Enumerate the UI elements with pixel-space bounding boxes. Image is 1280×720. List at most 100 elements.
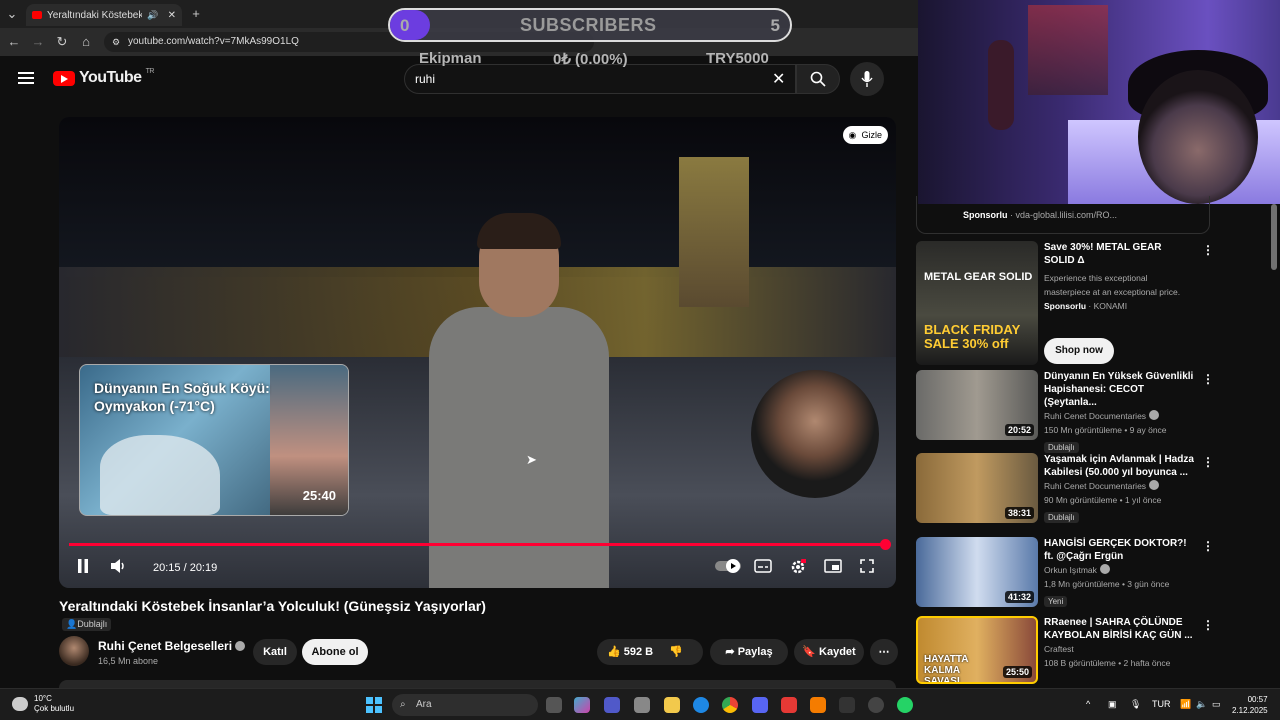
subscriber-progress-fill [390,10,430,40]
windows-start-icon[interactable] [366,697,382,713]
list-item[interactable]: 20:52 Dünyanın En Yüksek Güvenlikli Hapi… [916,370,1216,453]
dislike-button[interactable]: 👎 [669,639,683,665]
volume-tray-icon[interactable]: 🔈 [1196,699,1207,710]
youtube-logo[interactable]: YouTube TR [53,68,154,87]
video-menu-icon[interactable]: ⋮ [1202,539,1214,553]
settings-gear-icon[interactable] [790,559,807,579]
new-tab-icon[interactable]: + [188,6,204,22]
miniplayer-icon[interactable] [824,559,842,577]
bookmark-icon: 🔖 [802,646,816,658]
video-player[interactable]: Gizle Dünyanın En Soğuk Köyü: Oymyakon (… [59,117,896,588]
endscreen-video-card[interactable]: Dünyanın En Soğuk Köyü: Oymyakon (-71°C)… [79,364,349,516]
weather-widget[interactable]: 10°C Çok bulutlu [12,694,74,714]
sponsored-card-top[interactable]: Sponsorlu · vda-global.lilisi.com/RO... [916,196,1210,234]
ad-menu-icon[interactable]: ⋮ [1202,243,1214,257]
save-button[interactable]: 🔖 Kaydet [794,639,864,665]
task-view-icon[interactable] [546,697,562,713]
app-w-icon[interactable] [781,697,797,713]
weather-temp: 10°C [34,694,52,703]
share-text: Paylaş [737,646,773,658]
search-input[interactable]: ruhi [404,64,796,94]
app-terminal-icon[interactable] [839,697,855,713]
webcam-wall-poster [1028,5,1108,95]
video-item-meta: 90 Mn görüntüleme • 1 yıl önce [1044,495,1162,505]
copilot-icon[interactable] [574,697,590,713]
shop-now-button[interactable]: Shop now [1044,338,1114,364]
whatsapp-icon[interactable] [897,697,913,713]
hide-endscreen-button[interactable]: Gizle [843,126,888,144]
join-button[interactable]: Katıl [253,639,297,665]
channel-avatar[interactable] [59,636,89,666]
tray-app-icon[interactable]: ▣ [1108,699,1117,710]
taskbar-search[interactable]: ⌕ Ara [392,694,538,716]
edge-icon[interactable] [693,697,709,713]
tray-mic-icon[interactable]: 🎙 [1130,699,1141,710]
file-explorer-icon[interactable] [664,697,680,713]
player-controls: 20:15 / 20:19 [59,553,896,581]
clock[interactable]: 00:57 2.12.2025 [1232,694,1268,716]
subscribe-button[interactable]: Abone ol [302,639,368,665]
verified-icon [235,641,246,651]
video-item-title: RRaenee | SAHRA ÇÖLÜNDE KAYBOLAN BİRİSİ … [1044,617,1193,641]
fullscreen-icon[interactable] [860,559,874,577]
dub-text: Dublajlı [77,619,108,629]
scrubber-handle[interactable] [880,539,891,550]
teams-icon[interactable] [604,697,620,713]
audio-icon[interactable]: 🔊 [147,10,158,21]
battery-icon[interactable]: ▭ [1212,699,1221,710]
volume-icon[interactable] [111,559,127,577]
store-icon[interactable] [634,697,650,713]
subscriber-label: SUBSCRIBERS [520,15,657,35]
list-item[interactable]: HAYATTA KALMA SAVAŞI 25:50 RRaenee | SAH… [916,616,1216,686]
endcard-duration: 25:40 [302,488,336,503]
video-item-channel: Ruhi Cenet Documentaries [1044,409,1194,423]
app-cloud-icon[interactable] [810,697,826,713]
video-thumbnail[interactable]: 20:52 [916,370,1038,440]
browser-tab[interactable]: Yeraltındaki Köstebek İnsanlar 🔊 ✕ [26,4,182,26]
back-icon[interactable]: ← [6,34,22,50]
subtitles-icon[interactable] [754,559,772,577]
clear-search-icon[interactable]: ✕ [772,69,785,89]
progress-bar[interactable] [69,539,891,550]
video-item-channel: Ruhi Cenet Documentaries [1044,479,1194,493]
wifi-icon[interactable]: 📶 [1180,699,1191,710]
discord-icon[interactable] [752,697,768,713]
endcard-ice-wolf [100,435,220,515]
ad-thumbnail[interactable]: METAL GEAR SOLID BLACK FRIDAY SALE 30% o… [916,241,1038,365]
channel-name[interactable]: Ruhi Çenet Belgeselleri [98,639,246,653]
close-tab-icon[interactable]: ✕ [168,10,176,21]
video-thumbnail[interactable]: 41:32 [916,537,1038,607]
chrome-icon[interactable] [722,697,738,713]
sidebar-scrollbar[interactable] [1271,204,1277,270]
video-menu-icon[interactable]: ⋮ [1202,455,1214,469]
tray-chevron-icon[interactable]: ^ [1086,699,1090,709]
endscreen-channel-avatar[interactable] [751,370,879,498]
search-button[interactable] [796,64,840,94]
pause-icon[interactable] [77,559,89,577]
video-info: RRaenee | SAHRA ÇÖLÜNDE KAYBOLAN BİRİSİ … [1044,616,1194,670]
video-item-channel: Craftest [1044,644,1074,654]
voice-search-button[interactable] [850,62,884,96]
video-menu-icon[interactable]: ⋮ [1202,372,1214,386]
list-item[interactable]: 41:32 HANGİSİ GERÇEK DOKTOR?! ft. @Çağrı… [916,537,1216,609]
autoplay-toggle[interactable] [715,559,741,577]
video-thumbnail[interactable]: HAYATTA KALMA SAVAŞI 25:50 [916,616,1038,684]
subscriber-goal: 5 [770,16,780,35]
video-menu-icon[interactable]: ⋮ [1202,618,1214,632]
share-button[interactable]: ➦ Paylaş [710,639,788,665]
site-info-icon[interactable]: ⚙ [112,32,120,52]
video-thumbnail[interactable]: 38:31 [916,453,1038,523]
like-button[interactable]: 👍 592 B [607,646,653,658]
tab-list-icon[interactable]: ⌄ [4,6,20,22]
home-icon[interactable]: ⌂ [78,34,94,50]
logo-text: YouTube [79,69,142,86]
video-item-badge: Dublajlı [1044,442,1079,453]
list-item[interactable]: 38:31 Yaşamak için Avlanmak | Hadza Kabi… [916,453,1216,525]
reload-icon[interactable]: ↻ [54,34,70,50]
clock-time: 00:57 [1247,695,1268,704]
more-actions-button[interactable]: ⋯ [870,639,898,665]
menu-icon[interactable] [18,72,34,84]
forward-icon[interactable]: → [30,34,46,50]
language-indicator[interactable]: TUR [1152,699,1171,709]
obs-icon[interactable] [868,697,884,713]
